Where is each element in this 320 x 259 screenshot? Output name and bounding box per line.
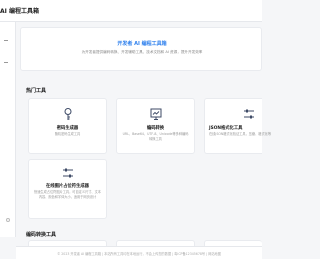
top-bar: AI 编程工具箱 — [0, 0, 262, 22]
hero-banner: 开发者 AI 编程工具箱 为开发者提供编码转换、开发辅助工具、技术文档和 AI … — [20, 27, 262, 71]
card-description: 快速生成占位符图片工具，可自定义尺寸、文本内容、颜色和字体大小，适用于网页设计 — [34, 190, 101, 199]
brand-title[interactable]: AI 编程工具箱 — [0, 6, 39, 15]
tool-card-placeholder-image-generator[interactable]: 在线图片占位符生成器 快速生成占位符图片工具，可自定义尺寸、文本内容、颜色和字体… — [28, 159, 107, 219]
card-description: 在线JSON格式化验证工具，压缩、格式化等 — [209, 132, 272, 136]
card-title: JSON格式化工具 — [209, 126, 243, 131]
footer: © 2023 开发者 AI 编程工具箱 | 本站所有工具均在本地运行，不会上传您… — [16, 246, 262, 259]
footer-text: © 2023 开发者 AI 编程工具箱 | 本站所有工具均在本地运行，不会上传您… — [57, 252, 221, 256]
sidebar-item-marker[interactable] — [4, 62, 8, 63]
sidebar — [0, 22, 16, 237]
card-title: 密码生成器 — [56, 126, 79, 131]
hero-subtitle: 为开发者提供编码转换、开发辅助工具、技术文档和 AI 资源，提升开发效率 — [81, 50, 203, 54]
card-description: URL、Base64、UTF-8、Unicode等多种编码转换工具 — [122, 132, 189, 141]
tool-card-password-generator[interactable]: 密码生成器 随机密码生成工具 — [28, 98, 107, 154]
card-description: 随机密码生成工具 — [54, 132, 81, 136]
presentation-icon — [150, 108, 161, 120]
tool-card-json-formatter[interactable]: JSON格式化工具 在线JSON格式化验证工具，压缩、格式化等 — [204, 98, 271, 154]
hero-title: 开发者 AI 编程工具箱 — [117, 41, 167, 47]
sliders-icon — [244, 109, 254, 119]
sliders-icon — [62, 168, 73, 178]
sidebar-item-marker[interactable] — [4, 40, 8, 41]
section-title-hot-tools: 热门工具 — [26, 88, 47, 94]
card-title: 编码转换 — [146, 126, 165, 131]
scroll-indicator-icon[interactable] — [6, 218, 10, 222]
tool-card-encoding-converter[interactable]: 编码转换 URL、Base64、UTF-8、Unicode等多种编码转换工具 — [116, 98, 195, 154]
section-title-encoding-tools: 编码转换工具 — [26, 232, 57, 238]
card-title: 在线图片占位符生成器 — [46, 184, 89, 189]
key-icon — [64, 108, 71, 120]
